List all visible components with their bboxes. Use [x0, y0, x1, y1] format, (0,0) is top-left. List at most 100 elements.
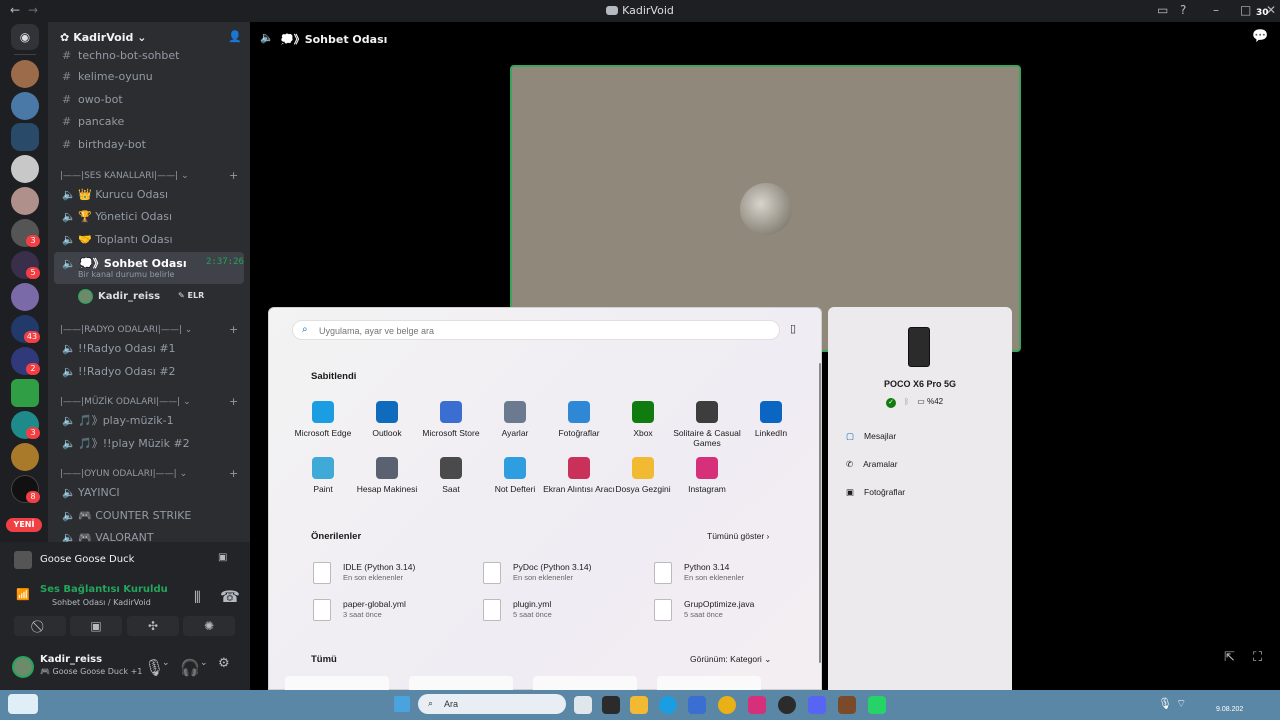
- discord-icon[interactable]: [808, 696, 826, 714]
- pinned-app[interactable]: Ekran Alıntısı Aracı: [543, 457, 615, 494]
- app-category-tile[interactable]: [657, 676, 761, 691]
- fullscreen-icon[interactable]: ⛶: [1253, 650, 1262, 665]
- task-view-icon[interactable]: [574, 696, 592, 714]
- recommended-item[interactable]: plugin.yml 5 saat önce: [483, 597, 643, 625]
- pinned-app[interactable]: Fotoğraflar: [543, 401, 615, 438]
- recommended-item[interactable]: GrupOptimize.java 5 saat önce: [654, 597, 814, 625]
- server-icon[interactable]: [11, 187, 39, 215]
- add-member-icon[interactable]: 👤: [228, 30, 242, 43]
- recommended-item[interactable]: paper-global.yml 3 saat önce: [313, 597, 473, 625]
- pinned-app[interactable]: Xbox: [607, 401, 679, 438]
- activity-card[interactable]: Goose Goose Duck ▣: [6, 544, 244, 576]
- taskbar-search[interactable]: ⌕ Ara: [418, 694, 566, 714]
- file-explorer-icon[interactable]: [630, 696, 648, 714]
- app-category-tile[interactable]: [409, 676, 513, 691]
- category-radio[interactable]: |——|RADYO ODALARI|——| ⌄: [60, 325, 192, 335]
- server-icon[interactable]: [11, 155, 39, 183]
- headphones-icon[interactable]: 🎧: [180, 658, 200, 677]
- voice-channel[interactable]: 🔈 🎵》!!play Müzik #2: [54, 434, 244, 454]
- recommended-item[interactable]: Python 3.14 En son eklenenler: [654, 560, 814, 588]
- minimize-button[interactable]: –: [1213, 3, 1219, 17]
- app-category-tile[interactable]: [533, 676, 637, 691]
- clock[interactable]: 9.08.202: [1216, 706, 1243, 713]
- server-icon[interactable]: [11, 92, 39, 120]
- search-input[interactable]: [319, 324, 759, 337]
- pinned-app[interactable]: Not Defteri: [479, 457, 551, 494]
- gear-icon[interactable]: ⚙: [218, 656, 230, 671]
- recommended-item[interactable]: IDLE (Python 3.14) En son eklenenler: [313, 560, 473, 588]
- pinned-app[interactable]: Solitaire & Casual Games: [671, 401, 743, 448]
- chrome-icon[interactable]: [718, 696, 736, 714]
- pinned-app[interactable]: Saat: [415, 457, 487, 494]
- chevron-down-icon[interactable]: ⌄: [200, 658, 208, 668]
- scrollbar[interactable]: [819, 363, 821, 663]
- pinned-app[interactable]: Paint: [287, 457, 359, 494]
- edge-icon[interactable]: [659, 696, 677, 714]
- voice-channel[interactable]: 🔈 !!Radyo Odası #1: [54, 339, 244, 359]
- voice-channel[interactable]: 🔈 🤝 Toplantı Odası: [54, 230, 244, 250]
- text-channel[interactable]: # kelime-oyunu: [54, 67, 244, 87]
- voice-channel[interactable]: 🔈 🎮 VALORANT: [54, 528, 244, 542]
- add-channel-icon[interactable]: +: [229, 169, 238, 182]
- phone-item-calls[interactable]: ✆ Aramalar: [846, 459, 898, 470]
- add-channel-icon[interactable]: +: [229, 395, 238, 408]
- pinned-app[interactable]: Ayarlar: [479, 401, 551, 438]
- chat-icon[interactable]: 💬: [1252, 29, 1268, 44]
- search-box[interactable]: ⌕: [292, 320, 780, 340]
- noise-suppression-icon[interactable]: ⫴: [194, 588, 201, 608]
- app-icon[interactable]: [602, 696, 620, 714]
- phone-item-photos[interactable]: ▣ Fotoğraflar: [846, 487, 905, 498]
- whatsapp-icon[interactable]: [868, 696, 886, 714]
- channel-status-text[interactable]: Bir kanal durumu belirle: [78, 270, 174, 279]
- app-category-tile[interactable]: [285, 676, 389, 691]
- voice-channel[interactable]: 🔈 🏆 Yönetici Odası: [54, 207, 244, 227]
- store-icon[interactable]: [688, 696, 706, 714]
- server-icon[interactable]: [11, 379, 39, 407]
- pinned-app[interactable]: Microsoft Store: [415, 401, 487, 438]
- pinned-app[interactable]: Instagram: [671, 457, 743, 494]
- popout-icon[interactable]: ⇱: [1224, 650, 1235, 665]
- pinned-app[interactable]: Outlook: [351, 401, 423, 438]
- maximize-button[interactable]: □: [1240, 3, 1251, 17]
- app-icon[interactable]: [838, 696, 856, 714]
- server-icon[interactable]: [11, 283, 39, 311]
- pinned-app[interactable]: LinkedIn: [735, 401, 807, 438]
- instagram-icon[interactable]: [748, 696, 766, 714]
- voice-member[interactable]: Kadir_reiss ✎ ELR: [78, 288, 244, 306]
- connection-location[interactable]: Sohbet Odası / KadirVoid: [52, 598, 151, 607]
- server-icon[interactable]: [11, 60, 39, 88]
- add-channel-icon[interactable]: +: [229, 467, 238, 480]
- screen-share-icon[interactable]: ▣: [218, 552, 227, 563]
- pinned-app[interactable]: Hesap Makinesi: [351, 457, 423, 494]
- soundboard-button[interactable]: ✺: [183, 616, 235, 636]
- phone-link-icon[interactable]: ▯: [790, 322, 796, 335]
- server-icon[interactable]: [11, 443, 39, 471]
- voice-channel[interactable]: 🔈 👑 Kurucu Odası: [54, 185, 244, 205]
- category-music[interactable]: |——|MÜZİK ODALARI|——| ⌄: [60, 397, 191, 407]
- active-voice-channel[interactable]: 🔈 💭》Sohbet Odası 2:37:26 Bir kanal durum…: [54, 252, 244, 284]
- activities-button[interactable]: ✣: [127, 616, 179, 636]
- server-icon[interactable]: [11, 123, 39, 151]
- pinned-app[interactable]: Dosya Gezgini: [607, 457, 679, 494]
- chevron-down-icon[interactable]: ⌄: [162, 658, 170, 668]
- microphone-icon[interactable]: 🎙: [1158, 697, 1172, 710]
- text-channel[interactable]: # owo-bot: [54, 90, 244, 110]
- text-channel[interactable]: # techno-bot-sohbet: [54, 46, 244, 66]
- disconnect-icon[interactable]: ☎: [220, 587, 240, 606]
- category-voice[interactable]: |——|SES KANALLARI|——| ⌄: [60, 171, 189, 181]
- voice-channel[interactable]: 🔈 🎵》play-müzik-1: [54, 411, 244, 431]
- category-game[interactable]: |——|OYUN ODALARI|——| ⌄: [60, 469, 187, 479]
- add-channel-icon[interactable]: +: [229, 323, 238, 336]
- inbox-icon[interactable]: ▭: [1157, 3, 1168, 17]
- share-screen-button[interactable]: ▣: [70, 616, 122, 636]
- weather-widget[interactable]: [8, 694, 38, 714]
- recommended-item[interactable]: PyDoc (Python 3.14) En son eklenenler: [483, 560, 643, 588]
- video-off-button[interactable]: ⃠: [14, 616, 66, 636]
- voice-channel[interactable]: 🔈 !!Radyo Odası #2: [54, 362, 244, 382]
- voice-channel[interactable]: 🔈 YAYINCI: [54, 483, 244, 503]
- voice-channel[interactable]: 🔈 🎮 COUNTER STRIKE: [54, 506, 244, 526]
- text-channel[interactable]: # birthday-bot: [54, 135, 244, 155]
- start-button[interactable]: [394, 696, 410, 712]
- discord-home-icon[interactable]: ◉: [11, 24, 39, 50]
- help-icon[interactable]: ?: [1180, 3, 1186, 17]
